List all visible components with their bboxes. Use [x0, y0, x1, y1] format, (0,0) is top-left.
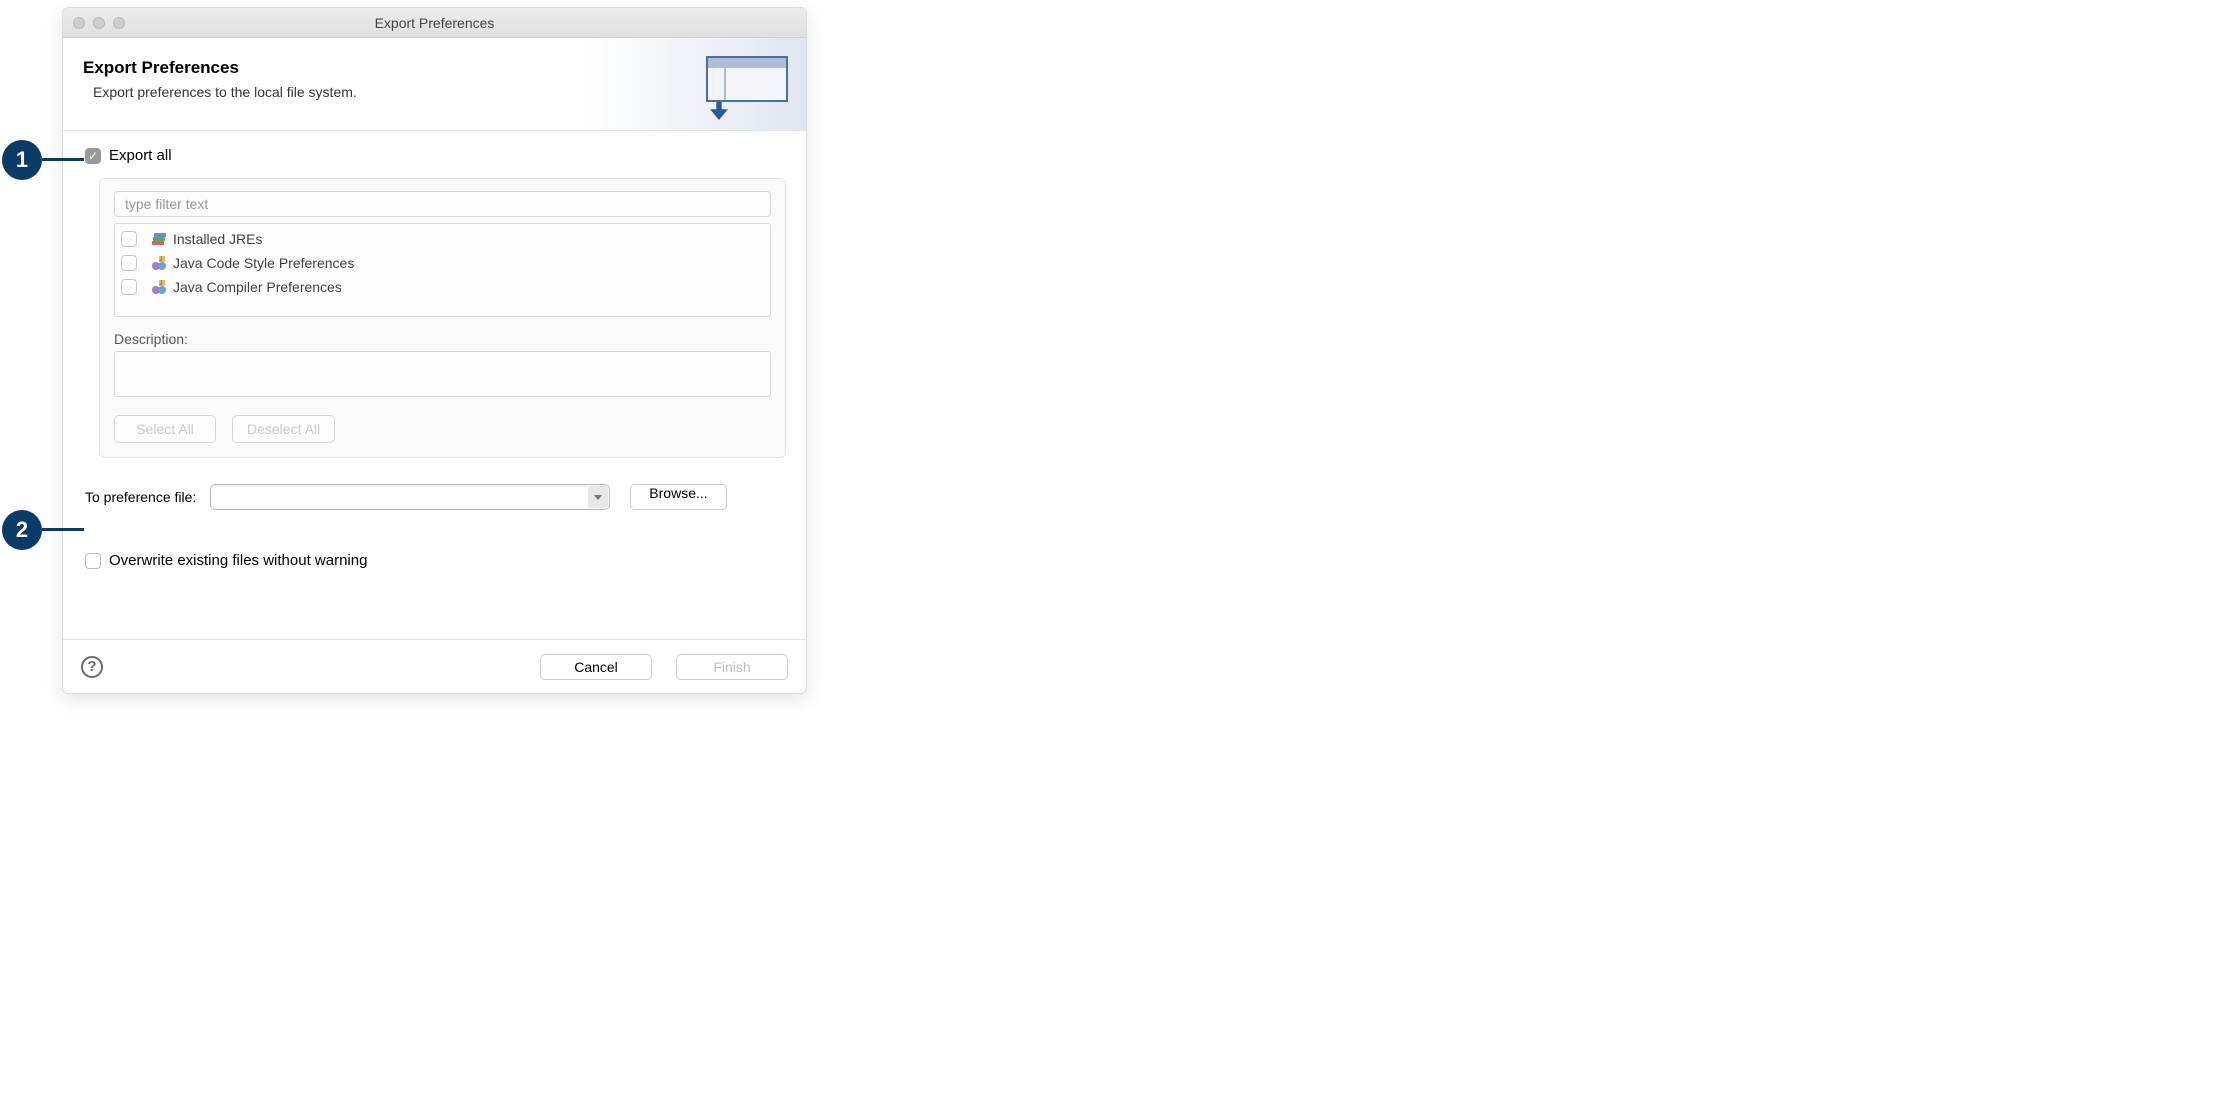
item-label: Java Compiler Preferences: [173, 279, 342, 295]
preferences-group: Installed JREs J Java Code Style Prefere…: [99, 178, 786, 458]
preferences-list[interactable]: Installed JREs J Java Code Style Prefere…: [114, 223, 771, 317]
overwrite-label: Overwrite existing files without warning: [109, 552, 367, 569]
preference-file-label: To preference file:: [85, 489, 196, 505]
annotation-line-1: [42, 158, 84, 161]
help-icon[interactable]: ?: [81, 656, 103, 678]
close-window-icon[interactable]: [73, 17, 85, 29]
overwrite-row[interactable]: Overwrite existing files without warning: [85, 552, 786, 629]
annotation-line-2: [42, 528, 84, 531]
svg-text:J: J: [160, 281, 163, 287]
filter-input[interactable]: [114, 191, 771, 217]
item-label: Installed JREs: [173, 231, 262, 247]
java-pref-icon: J: [151, 279, 167, 295]
annotation-number: 1: [16, 147, 28, 173]
zoom-window-icon[interactable]: [113, 17, 125, 29]
list-item[interactable]: Installed JREs: [121, 227, 764, 251]
item-checkbox[interactable]: [121, 279, 137, 295]
annotation-number: 2: [16, 517, 28, 543]
window-title: Export Preferences: [63, 15, 806, 31]
annotation-badge-1: 1: [2, 140, 42, 180]
item-checkbox[interactable]: [121, 231, 137, 247]
item-label: Java Code Style Preferences: [173, 255, 354, 271]
description-text: [114, 351, 771, 397]
export-all-checkbox[interactable]: [85, 148, 101, 164]
dialog-footer: ? Cancel Finish: [63, 639, 806, 693]
window-controls: [73, 17, 125, 29]
browse-button[interactable]: Browse...: [630, 484, 726, 510]
titlebar: Export Preferences: [63, 8, 806, 38]
svg-text:J: J: [160, 257, 163, 263]
wizard-banner: Export Preferences Export preferences to…: [63, 38, 806, 131]
list-item[interactable]: J Java Compiler Preferences: [121, 275, 764, 299]
finish-button[interactable]: Finish: [676, 654, 788, 680]
library-icon: [151, 231, 167, 247]
export-preferences-dialog: Export Preferences Export Preferences Ex…: [62, 7, 807, 694]
export-all-row[interactable]: Export all: [85, 147, 786, 164]
annotation-badge-2: 2: [2, 510, 42, 550]
preference-file-combo[interactable]: [210, 484, 610, 510]
deselect-all-button[interactable]: Deselect All: [232, 415, 335, 443]
cancel-button[interactable]: Cancel: [540, 654, 652, 680]
wizard-title: Export Preferences: [83, 58, 692, 78]
item-checkbox[interactable]: [121, 255, 137, 271]
minimize-window-icon[interactable]: [93, 17, 105, 29]
chevron-down-icon[interactable]: [588, 486, 608, 508]
select-all-button[interactable]: Select All: [114, 415, 216, 443]
overwrite-checkbox[interactable]: [85, 553, 101, 569]
list-item[interactable]: J Java Code Style Preferences: [121, 251, 764, 275]
java-pref-icon: J: [151, 255, 167, 271]
export-all-label: Export all: [109, 147, 172, 164]
export-icon: [692, 52, 792, 120]
wizard-subtitle: Export preferences to the local file sys…: [93, 84, 692, 100]
description-label: Description:: [114, 331, 771, 347]
